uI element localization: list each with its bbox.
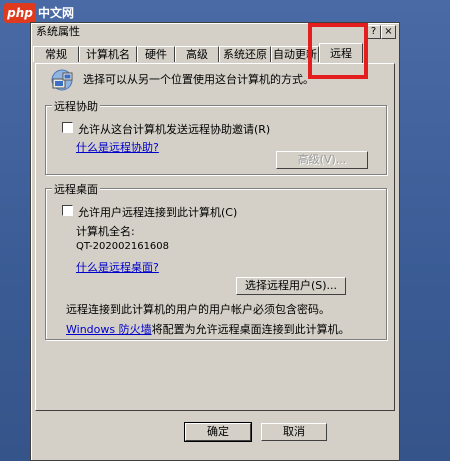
- advanced-button[interactable]: 高级(V)...: [276, 151, 368, 169]
- tab-highlight-box: [308, 23, 368, 79]
- close-button[interactable]: ×: [381, 25, 396, 39]
- remote-desktop-checkbox-label[interactable]: 允许用户远程连接到此计算机(C): [78, 204, 237, 220]
- ok-button[interactable]: 确定: [184, 422, 252, 442]
- password-requirement-text: 远程连接到此计算机的用户的用户帐户必须包含密码。: [66, 303, 330, 316]
- tab-advanced[interactable]: 高级: [175, 46, 219, 62]
- select-remote-users-button[interactable]: 选择远程用户(S)...: [236, 277, 346, 295]
- remote-assistance-group: 远程协助 允许从这台计算机发送远程协助邀请(R) 什么是远程协助? 高级(V).…: [45, 98, 387, 175]
- computer-name-value: QT-202002161608: [76, 241, 170, 252]
- system-properties-dialog: 系统属性 ? × 常规 计算机名 硬件 高级 系统还原 自动更新 远程 选择可以…: [30, 22, 400, 461]
- cancel-button[interactable]: 取消: [261, 423, 327, 441]
- firewall-note: Windows 防火墙将配置为允许远程桌面连接到此计算机。: [66, 321, 350, 337]
- remote-assistance-group-label: 远程协助: [52, 98, 100, 114]
- help-button[interactable]: ?: [366, 25, 381, 39]
- remote-assistance-help-link[interactable]: 什么是远程协助?: [76, 139, 159, 155]
- tab-system-restore[interactable]: 系统还原: [219, 46, 271, 62]
- tab-computer-name[interactable]: 计算机名: [79, 46, 137, 62]
- full-computer-name-label: 计算机全名:: [76, 225, 135, 238]
- firewall-note-text: 将配置为允许远程桌面连接到此计算机。: [151, 323, 350, 336]
- site-watermark: 中文网: [38, 6, 75, 20]
- remote-desktop-help-link[interactable]: 什么是远程桌面?: [76, 259, 159, 275]
- remote-assistance-checkbox[interactable]: [62, 122, 73, 133]
- dialog-title: 系统属性: [36, 25, 80, 38]
- tab-general[interactable]: 常规: [33, 46, 79, 62]
- network-computer-icon: [51, 69, 73, 91]
- intro-text: 选择可以从另一个位置使用这台计算机的方式。: [83, 73, 314, 86]
- remote-assistance-checkbox-label[interactable]: 允许从这台计算机发送远程协助邀请(R): [78, 121, 270, 137]
- windows-firewall-link[interactable]: Windows 防火墙: [66, 323, 152, 336]
- tab-hardware[interactable]: 硬件: [137, 46, 175, 62]
- remote-desktop-group-label: 远程桌面: [52, 181, 100, 197]
- remote-desktop-checkbox[interactable]: [62, 205, 73, 216]
- php-logo: php: [4, 3, 36, 23]
- remote-desktop-group: 远程桌面 允许用户远程连接到此计算机(C) 计算机全名: QT-20200216…: [45, 181, 387, 340]
